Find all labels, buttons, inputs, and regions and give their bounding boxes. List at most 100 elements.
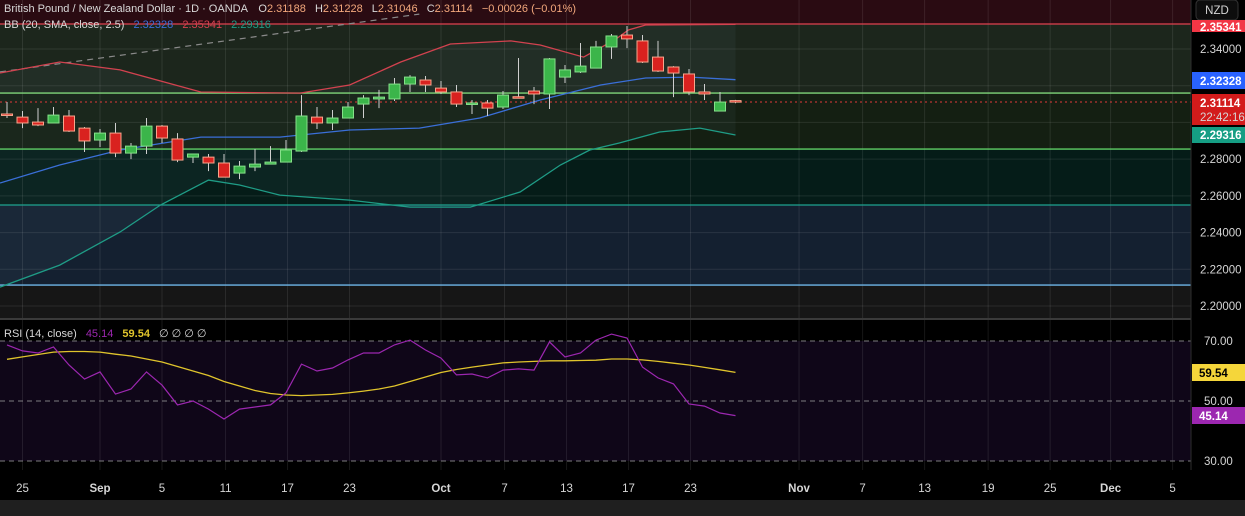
time-label: 23 — [343, 483, 356, 495]
bb-lower-value: 2.29316 — [231, 19, 271, 31]
symbol-title: British Pound / New Zealand Dollar · 1D … — [4, 3, 249, 15]
time-label: Nov — [788, 483, 810, 495]
candle-body — [218, 162, 230, 178]
time-label: 5 — [159, 483, 165, 495]
bottom-toolbar — [0, 500, 1245, 516]
candle-body — [543, 58, 556, 95]
time-label: 17 — [622, 483, 635, 495]
rsi-badge-text: 45.14 — [1199, 411, 1228, 423]
rsi-tick-label: 70.00 — [1204, 336, 1233, 348]
candle-body — [264, 161, 277, 165]
candle-body — [78, 127, 91, 142]
candle-body — [171, 138, 184, 161]
candle-body — [1, 113, 13, 116]
candle-body — [156, 125, 168, 139]
candle-body — [326, 117, 339, 124]
close-label: C — [427, 3, 435, 15]
rsi-legend[interactable]: RSI (14, close) 45.14 59.54 ∅ ∅ ∅ ∅ — [4, 328, 207, 340]
time-label: 13 — [918, 483, 931, 495]
candle-body — [233, 165, 246, 174]
change-value: −0.00026 (−0.01%) — [482, 3, 576, 15]
candle-body — [357, 97, 370, 105]
rsi-pane[interactable] — [0, 320, 1191, 470]
candle-body — [249, 163, 261, 168]
time-axis[interactable]: 25 Sep 5 11 17 23 Oct 7 13 17 23 Nov 7 13 19 25 Dec 5 — [0, 470, 1245, 516]
candle-body — [683, 73, 695, 93]
price-tick-label: 2.24000 — [1200, 228, 1242, 240]
bb-lower-badge-text: 2.29316 — [1200, 130, 1242, 142]
candle-body — [311, 116, 323, 124]
rsi-ma-value: 59.54 — [122, 328, 150, 340]
time-label: 11 — [220, 483, 232, 495]
candle-body — [729, 100, 742, 103]
price-axis[interactable]: 2.34000 2.28000 2.26000 2.24000 2.22000 2.200… — [1190, 0, 1245, 470]
price-tick-label: 2.26000 — [1200, 191, 1242, 203]
candle-body — [435, 87, 447, 93]
candle-body — [47, 114, 60, 124]
candle-body — [202, 156, 215, 164]
bb-lower-badge: 2.29316 — [1192, 127, 1245, 143]
bb-upper-value: 2.35341 — [182, 19, 222, 31]
last-price-badge: 2.31114 22:42:16 — [1192, 94, 1245, 125]
zone-navy — [0, 205, 1191, 286]
candle-body — [16, 116, 29, 124]
price-tick-label: 2.28000 — [1200, 154, 1242, 166]
time-label: 7 — [501, 483, 507, 495]
time-label: 25 — [16, 483, 29, 495]
time-label: Dec — [1100, 483, 1122, 495]
bb-legend[interactable]: BB (20, SMA, close, 2.5) 2.32328 2.35341… — [4, 19, 271, 31]
time-label: Oct — [431, 483, 450, 495]
price-pane[interactable] — [0, 0, 1191, 318]
rsi-ma-badge: 59.54 — [1192, 364, 1245, 381]
candle-body — [419, 79, 432, 86]
candle-body — [295, 115, 308, 152]
high-value: 2.31228 — [323, 3, 363, 15]
candle-body — [140, 125, 153, 147]
rsi-ma-badge-text: 59.54 — [1199, 368, 1228, 380]
bb-basis-badge: 2.32328 — [1192, 72, 1245, 89]
rsi-badge: 45.14 — [1192, 407, 1245, 424]
candle-body — [590, 46, 602, 69]
candle-body — [125, 145, 137, 154]
rsi-value: 45.14 — [86, 328, 114, 340]
rsi-tick-label: 50.00 — [1204, 396, 1233, 408]
bar-countdown: 22:42:16 — [1200, 112, 1245, 124]
bb-upper-badge-text: 2.35341 — [1200, 22, 1242, 34]
rsi-tick-label: 30.00 — [1204, 456, 1233, 468]
candle-body — [528, 90, 540, 95]
candle-body — [32, 121, 44, 126]
bb-basis-value: 2.32328 — [134, 19, 174, 31]
rsi-extra-values: ∅ ∅ ∅ ∅ — [159, 328, 207, 340]
candle-body — [280, 149, 292, 163]
candle-body — [63, 115, 75, 132]
candle-body — [667, 66, 680, 74]
candle-body — [714, 101, 726, 112]
high-label: H — [315, 3, 323, 15]
candle-body — [450, 91, 463, 105]
candle-body — [621, 34, 633, 40]
candle-body — [481, 102, 494, 109]
bb-basis-badge-text: 2.32328 — [1200, 76, 1242, 88]
candle-body — [559, 69, 571, 78]
bb-upper-badge: 2.35341 — [1192, 20, 1245, 34]
candle-body — [497, 94, 509, 108]
candle-body — [342, 106, 354, 119]
candle-body — [109, 132, 122, 154]
time-label: 17 — [281, 483, 294, 495]
time-label: 25 — [1044, 483, 1057, 495]
candle-body — [388, 83, 401, 100]
candle-body — [404, 76, 416, 85]
candle-body — [605, 35, 618, 48]
rsi-legend-label: RSI (14, close) — [4, 328, 77, 340]
currency-label: NZD — [1205, 5, 1229, 17]
currency-button[interactable]: NZD — [1195, 0, 1239, 21]
time-label: 13 — [560, 483, 573, 495]
candle-body — [466, 102, 478, 105]
candle-body — [512, 96, 525, 99]
candle-body — [373, 96, 385, 100]
close-value: 2.31114 — [435, 3, 473, 15]
trading-chart[interactable]: British Pound / New Zealand Dollar · 1D … — [0, 0, 1245, 516]
open-value: 2.31188 — [267, 3, 306, 15]
last-price-text: 2.31114 — [1200, 98, 1241, 110]
price-tick-label: 2.34000 — [1200, 44, 1242, 56]
